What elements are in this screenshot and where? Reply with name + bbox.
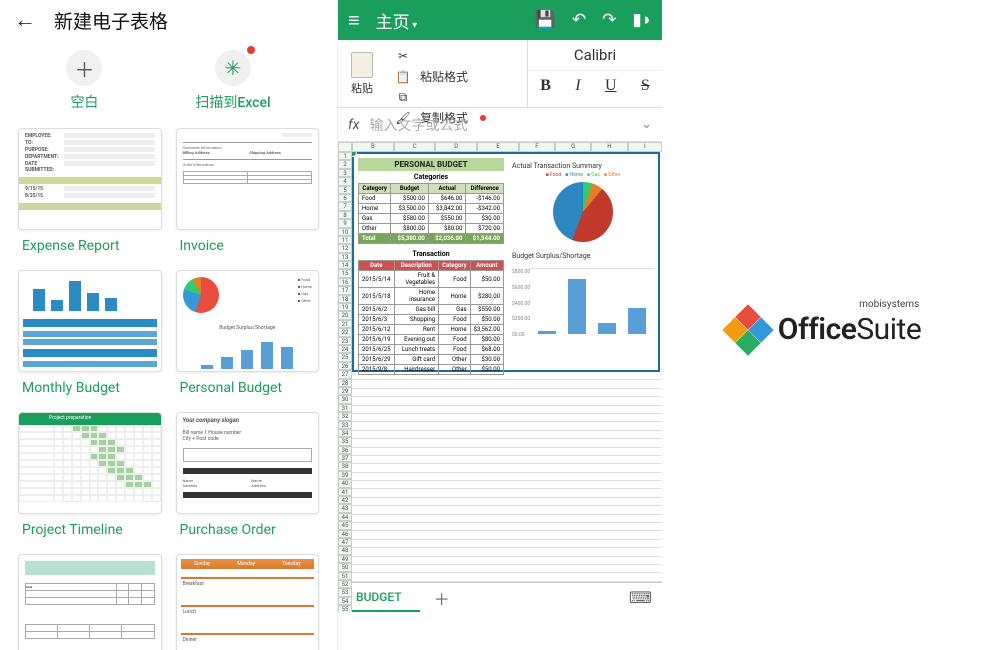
clipboard-subactions: ✂ 📋粘贴格式 ⧉ 🖌复制格式 xyxy=(386,40,494,107)
clipboard-group: 粘贴 ✂ 📋粘贴格式 ⧉ 🖌复制格式 xyxy=(338,40,528,107)
save-icon[interactable]: 💾 xyxy=(535,10,556,30)
row-headers[interactable]: 1234567891011121314151617181920212223242… xyxy=(338,152,352,612)
doc-title: PERSONAL BUDGET xyxy=(358,158,504,171)
camera-aperture-icon: ✳ xyxy=(215,50,251,86)
template-invoice[interactable]: Customer InformationBilling AddressShipp… xyxy=(176,128,320,256)
template-label: Personal Budget xyxy=(176,372,320,398)
back-icon[interactable]: ← xyxy=(14,7,36,33)
transactions-table[interactable]: DateDescriptionCategoryAmount2015/5/14Fr… xyxy=(358,260,504,375)
spreadsheet-app-panel: ≡ 主页 💾 ↶ ↷ ▮◗ 粘贴 ✂ 📋粘贴格式 ⧉ 🖌复制格式 Calibri xyxy=(338,0,662,650)
ribbon-tab-home[interactable]: 主页 xyxy=(376,8,535,33)
template-thumb: Your company sloganBill name 1 House num… xyxy=(176,412,320,514)
ribbon: 粘贴 ✂ 📋粘贴格式 ⧉ 🖌复制格式 Calibri B I U S xyxy=(338,40,662,108)
font-style-row: B I U S xyxy=(528,71,662,101)
template-monthly[interactable]: Monthly Budget xyxy=(18,270,162,398)
chevron-down-icon[interactable]: ⌄ xyxy=(641,117,652,132)
hamburger-icon[interactable]: ≡ xyxy=(348,8,360,33)
new-badge-icon xyxy=(247,46,255,54)
paste-format-button[interactable]: 📋粘贴格式 xyxy=(386,66,494,87)
fx-label[interactable]: fx xyxy=(348,117,359,133)
redo-icon[interactable]: ↷ xyxy=(602,10,616,30)
categories-heading: Categories xyxy=(358,173,504,181)
undo-icon[interactable]: ↶ xyxy=(572,10,586,30)
strikethrough-button[interactable]: S xyxy=(641,77,650,95)
new-blank-action[interactable]: ＋ 空白 xyxy=(66,50,102,112)
paste-format-icon: 📋 xyxy=(394,69,412,85)
template-label: Monthly Budget xyxy=(18,372,162,398)
pie-chart-title: Actual Transaction Summary xyxy=(512,162,654,170)
keyboard-toggle-icon[interactable]: ⌨ xyxy=(629,588,652,607)
font-group: Calibri B I U S xyxy=(528,40,662,107)
bar-other xyxy=(628,308,646,334)
column-headers[interactable]: BCDEFGHI xyxy=(352,142,662,152)
bar-y-axis: $800.00$600.00$400.00$200.00$0.00 xyxy=(512,269,530,338)
bar-home xyxy=(568,279,586,334)
sheet-content[interactable]: PERSONAL BUDGET Categories CategoryBudge… xyxy=(352,152,662,612)
template-grid[interactable]: EMPLOYEE:TO:PURPOSE:DEPARTMENT:DATE SUBM… xyxy=(0,128,337,650)
copy-icon: ⧉ xyxy=(394,89,412,105)
template-label: Invoice xyxy=(176,230,320,256)
copy-button[interactable]: ⧉ xyxy=(386,87,494,107)
formula-input[interactable]: 输入文字或公式 xyxy=(369,115,631,135)
officesuite-logo: mobisystems OfficeSuite xyxy=(726,299,921,352)
scan-to-excel-action[interactable]: ✳ 扫描到Excel xyxy=(195,50,270,112)
scan-label: 扫描到Excel xyxy=(195,92,270,112)
paste-button[interactable]: 粘贴 xyxy=(338,40,386,107)
bar-gas xyxy=(598,323,616,334)
bold-button[interactable]: B xyxy=(540,77,551,95)
branding-panel: mobisystems OfficeSuite xyxy=(662,0,985,650)
template-expense[interactable]: EMPLOYEE:TO:PURPOSE:DEPARTMENT:DATE SUBM… xyxy=(18,128,162,256)
template-label: Expense Report xyxy=(18,230,162,256)
scissors-icon: ✂ xyxy=(394,48,412,64)
template-thumb: Customer InformationBilling AddressShipp… xyxy=(176,128,320,230)
bar-chart: $800.00$600.00$400.00$200.00$0.00 xyxy=(530,268,654,338)
logo-mark-icon xyxy=(726,308,770,352)
book-icon[interactable]: ▮◗ xyxy=(632,10,652,30)
template-purchase[interactable]: Your company sloganBill name 1 House num… xyxy=(176,412,320,540)
underline-button[interactable]: U xyxy=(605,77,617,95)
blank-label: 空白 xyxy=(66,92,102,112)
topbar-actions: 💾 ↶ ↷ ▮◗ xyxy=(535,10,652,30)
add-sheet-button[interactable]: ＋ xyxy=(420,586,464,610)
sheet-area[interactable]: BCDEFGHI 1234567891011121314151617181920… xyxy=(338,142,662,612)
template-thumb: Date xyxy=(18,554,162,650)
cut-button[interactable]: ✂ xyxy=(386,46,494,66)
new-sheet-actions: ＋ 空白 ✳ 扫描到Excel xyxy=(0,40,337,128)
template-trip[interactable]: DateTrip Organizer xyxy=(18,554,162,650)
sheet-tabs-bar: BUDGET ＋ ⌨ xyxy=(338,582,662,612)
template-thumb xyxy=(18,270,162,372)
clipboard-icon xyxy=(351,52,373,78)
budget-tables: PERSONAL BUDGET Categories CategoryBudge… xyxy=(354,154,508,370)
bar-food xyxy=(538,331,556,334)
paste-label: 粘贴 xyxy=(351,80,373,96)
template-thumb: Project preparation xyxy=(18,412,162,514)
empty-cells[interactable] xyxy=(352,372,662,612)
plus-icon: ＋ xyxy=(66,50,102,86)
select-all-corner[interactable] xyxy=(338,142,352,152)
budget-charts: Actual Transaction Summary FoodHomeGasOt… xyxy=(508,154,658,370)
selected-range[interactable]: PERSONAL BUDGET Categories CategoryBudge… xyxy=(352,152,660,372)
template-timeline[interactable]: Project preparationProject Timeline xyxy=(18,412,162,540)
template-weekly[interactable]: SundayMondayTuesdayBreakfastLunchDinnerW… xyxy=(176,554,320,650)
italic-button[interactable]: I xyxy=(575,77,580,95)
template-personal[interactable]: ■ Food■ Home■ Gas■ OtherBudget Surplus/S… xyxy=(176,270,320,398)
template-label: Purchase Order xyxy=(176,514,320,540)
template-thumb: SundayMondayTuesdayBreakfastLunchDinner xyxy=(176,554,320,650)
template-thumb: EMPLOYEE:TO:PURPOSE:DEPARTMENT:DATE SUBM… xyxy=(18,128,162,230)
app-topbar: ≡ 主页 💾 ↶ ↷ ▮◗ xyxy=(338,0,662,40)
pie-legend: FoodHomeGasOther xyxy=(512,172,654,178)
transactions-heading: Transaction xyxy=(358,250,504,258)
font-selector[interactable]: Calibri xyxy=(528,40,662,71)
pie-chart xyxy=(553,182,613,242)
bar-chart-title: Budget Surplus/Shortage xyxy=(512,252,654,260)
categories-table[interactable]: CategoryBudgetActualDifferenceFood$500.0… xyxy=(358,183,504,244)
template-label: Project Timeline xyxy=(18,514,162,540)
panel1-title: 新建电子表格 xyxy=(54,7,168,34)
brand-name: OfficeSuite xyxy=(778,312,921,347)
panel1-header: ← 新建电子表格 xyxy=(0,0,337,40)
template-picker-panel: ← 新建电子表格 ＋ 空白 ✳ 扫描到Excel EMPLOYEE:TO:PUR… xyxy=(0,0,338,650)
template-thumb: ■ Food■ Home■ Gas■ OtherBudget Surplus/S… xyxy=(176,270,320,372)
